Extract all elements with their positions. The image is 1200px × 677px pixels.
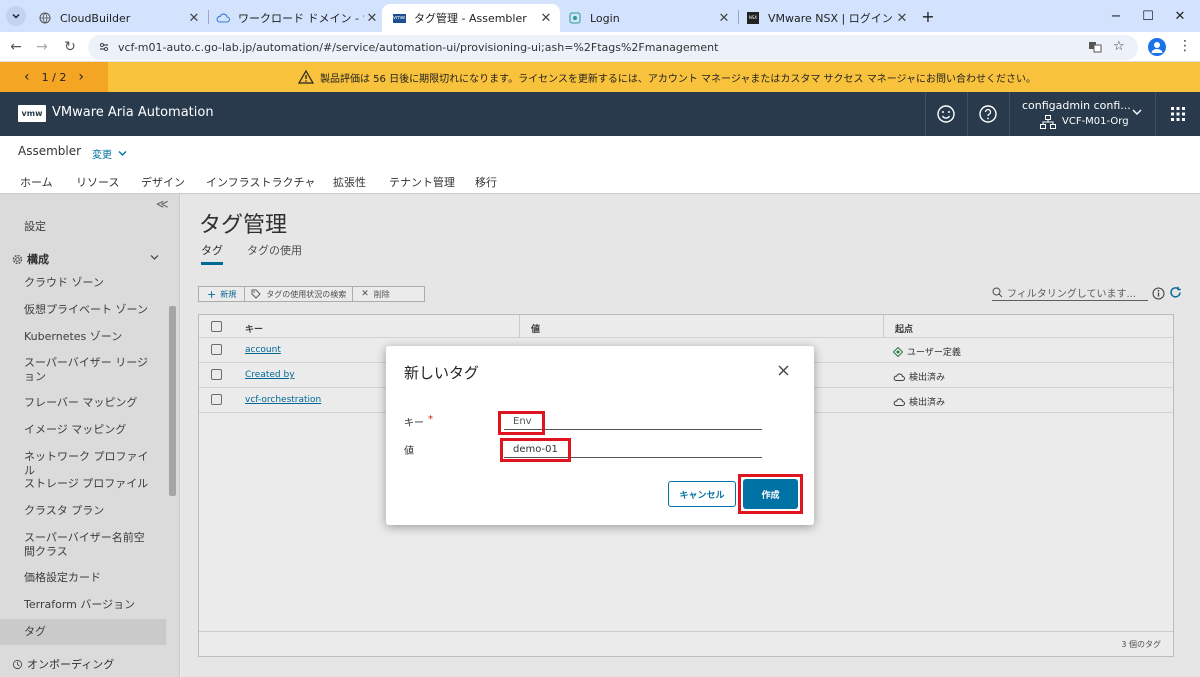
- close-icon[interactable]: ✕: [716, 11, 732, 26]
- reload-button[interactable]: ↻: [60, 37, 80, 57]
- tab-title: Login: [590, 11, 620, 25]
- help-icon[interactable]: [978, 104, 998, 124]
- close-icon[interactable]: ✕: [538, 11, 554, 26]
- chevron-down-icon: [12, 13, 20, 19]
- tab-title: VMware NSX | ログイン: [768, 12, 893, 25]
- browser-tab-login[interactable]: Login ✕: [558, 4, 738, 32]
- tab-title: タグ管理 - Assembler: [414, 12, 527, 25]
- banner-message: 製品評価は 56 日後に期限切れになります。ライセンスを更新するには、アカウント…: [320, 73, 1037, 85]
- new-tag-dialog: 新しいタグ キー * Env 値 demo-01 キャンセル 作成: [386, 346, 814, 525]
- pager-label: 1 / 2: [41, 70, 67, 84]
- close-dialog-button[interactable]: [778, 365, 789, 376]
- key-label: キー: [404, 418, 424, 429]
- tab-resources[interactable]: リソース: [76, 174, 119, 190]
- back-button[interactable]: ←: [6, 37, 26, 57]
- globe-icon: [38, 11, 52, 25]
- change-label: 変更: [92, 150, 112, 161]
- browser-tab-workload-domain[interactable]: ワークロード ドメイン - サマリ ✕: [206, 4, 386, 32]
- banner-message-container: 製品評価は 56 日後に期限切れになります。ライセンスを更新するには、アカウント…: [298, 62, 1036, 92]
- vmw-logo: vmw: [18, 105, 46, 122]
- tab-extensibility[interactable]: 拡張性: [333, 174, 366, 190]
- arrow-right-icon: →: [36, 39, 48, 55]
- tab-title: CloudBuilder: [60, 11, 131, 25]
- login-icon: [568, 11, 582, 25]
- service-header: Assembler 変更 ホーム リソース デザイン インフラストラクチャ 拡張…: [0, 136, 1200, 197]
- service-name: Assembler: [18, 144, 82, 158]
- close-icon[interactable]: ✕: [364, 11, 380, 26]
- vmw-favicon-icon: vmw: [392, 13, 406, 23]
- close-icon: [778, 365, 789, 376]
- next-page-button[interactable]: ›: [78, 69, 84, 85]
- tab-tenant-management[interactable]: テナント管理: [389, 174, 455, 190]
- close-window-button[interactable]: ✕: [1168, 6, 1192, 26]
- arrow-left-icon: ←: [10, 39, 22, 55]
- org-name: VCF-M01-Org: [1062, 116, 1129, 127]
- app-title[interactable]: VMware Aria Automation: [52, 105, 214, 120]
- tab-home[interactable]: ホーム: [20, 174, 53, 190]
- change-service-button[interactable]: 変更: [92, 146, 127, 161]
- key-highlight-box: [498, 411, 545, 435]
- banner-pager: ‹ 1 / 2 ›: [0, 62, 108, 92]
- chevron-down-icon[interactable]: [1132, 108, 1142, 116]
- close-icon[interactable]: ✕: [186, 11, 202, 26]
- warning-icon: [298, 70, 314, 84]
- browser-toolbar: ← → ↻ vcf-m01-auto.c.go-lab.jp/automatio…: [0, 32, 1200, 62]
- prev-page-button[interactable]: ‹: [24, 69, 30, 85]
- user-name[interactable]: configadmin confi...: [1022, 99, 1131, 112]
- site-info-icon[interactable]: [98, 41, 110, 53]
- browser-menu-icon[interactable]: ⋮: [1178, 38, 1192, 54]
- browser-tab-assembler[interactable]: vmw タグ管理 - Assembler ✕: [382, 4, 560, 32]
- app-header: vmw VMware Aria Automation configadmin c…: [0, 92, 1200, 136]
- smiley-feedback-icon[interactable]: [936, 104, 956, 124]
- tab-migration[interactable]: 移行: [475, 174, 497, 190]
- dialog-title: 新しいタグ: [404, 364, 480, 382]
- reload-icon: ↻: [64, 39, 76, 55]
- nsx-icon: NSX: [746, 11, 760, 25]
- url-text: vcf-m01-auto.c.go-lab.jp/automation/#/se…: [118, 41, 719, 54]
- profile-avatar[interactable]: [1148, 38, 1166, 56]
- browser-tab-nsx[interactable]: NSX VMware NSX | ログイン ✕: [736, 4, 916, 32]
- minimize-button[interactable]: −: [1104, 6, 1128, 26]
- chevron-down-icon: [118, 151, 127, 156]
- person-icon: [1151, 42, 1163, 53]
- forward-button[interactable]: →: [32, 37, 52, 57]
- value-label: 値: [404, 446, 414, 457]
- maximize-button[interactable]: ☐: [1136, 6, 1160, 26]
- create-button[interactable]: 作成: [743, 479, 798, 509]
- tab-search-button[interactable]: [6, 6, 26, 26]
- browser-tab-cloudbuilder[interactable]: CloudBuilder ✕: [28, 4, 208, 32]
- value-highlight-box: [500, 438, 571, 462]
- required-marker: *: [428, 414, 433, 425]
- bookmark-star-icon[interactable]: ☆: [1113, 39, 1125, 54]
- app-grid-icon[interactable]: [1170, 106, 1186, 122]
- license-banner: ‹ 1 / 2 › 製品評価は 56 日後に期限切れになります。ライセンスを更新…: [0, 62, 1200, 92]
- cancel-button[interactable]: キャンセル: [668, 481, 736, 507]
- tab-title: ワークロード ドメイン - サマリ: [238, 12, 364, 25]
- address-bar[interactable]: vcf-m01-auto.c.go-lab.jp/automation/#/se…: [88, 35, 1138, 60]
- new-tab-button[interactable]: +: [916, 6, 940, 26]
- close-icon[interactable]: ✕: [894, 11, 910, 26]
- browser-tab-strip: CloudBuilder ✕ ワークロード ドメイン - サマリ ✕ vmw タ…: [0, 0, 1200, 32]
- key-label-container: キー *: [404, 414, 433, 429]
- org-icon: [1040, 115, 1056, 129]
- translate-icon[interactable]: [1088, 40, 1102, 54]
- tab-design[interactable]: デザイン: [141, 174, 185, 190]
- cloud-icon: [216, 11, 230, 25]
